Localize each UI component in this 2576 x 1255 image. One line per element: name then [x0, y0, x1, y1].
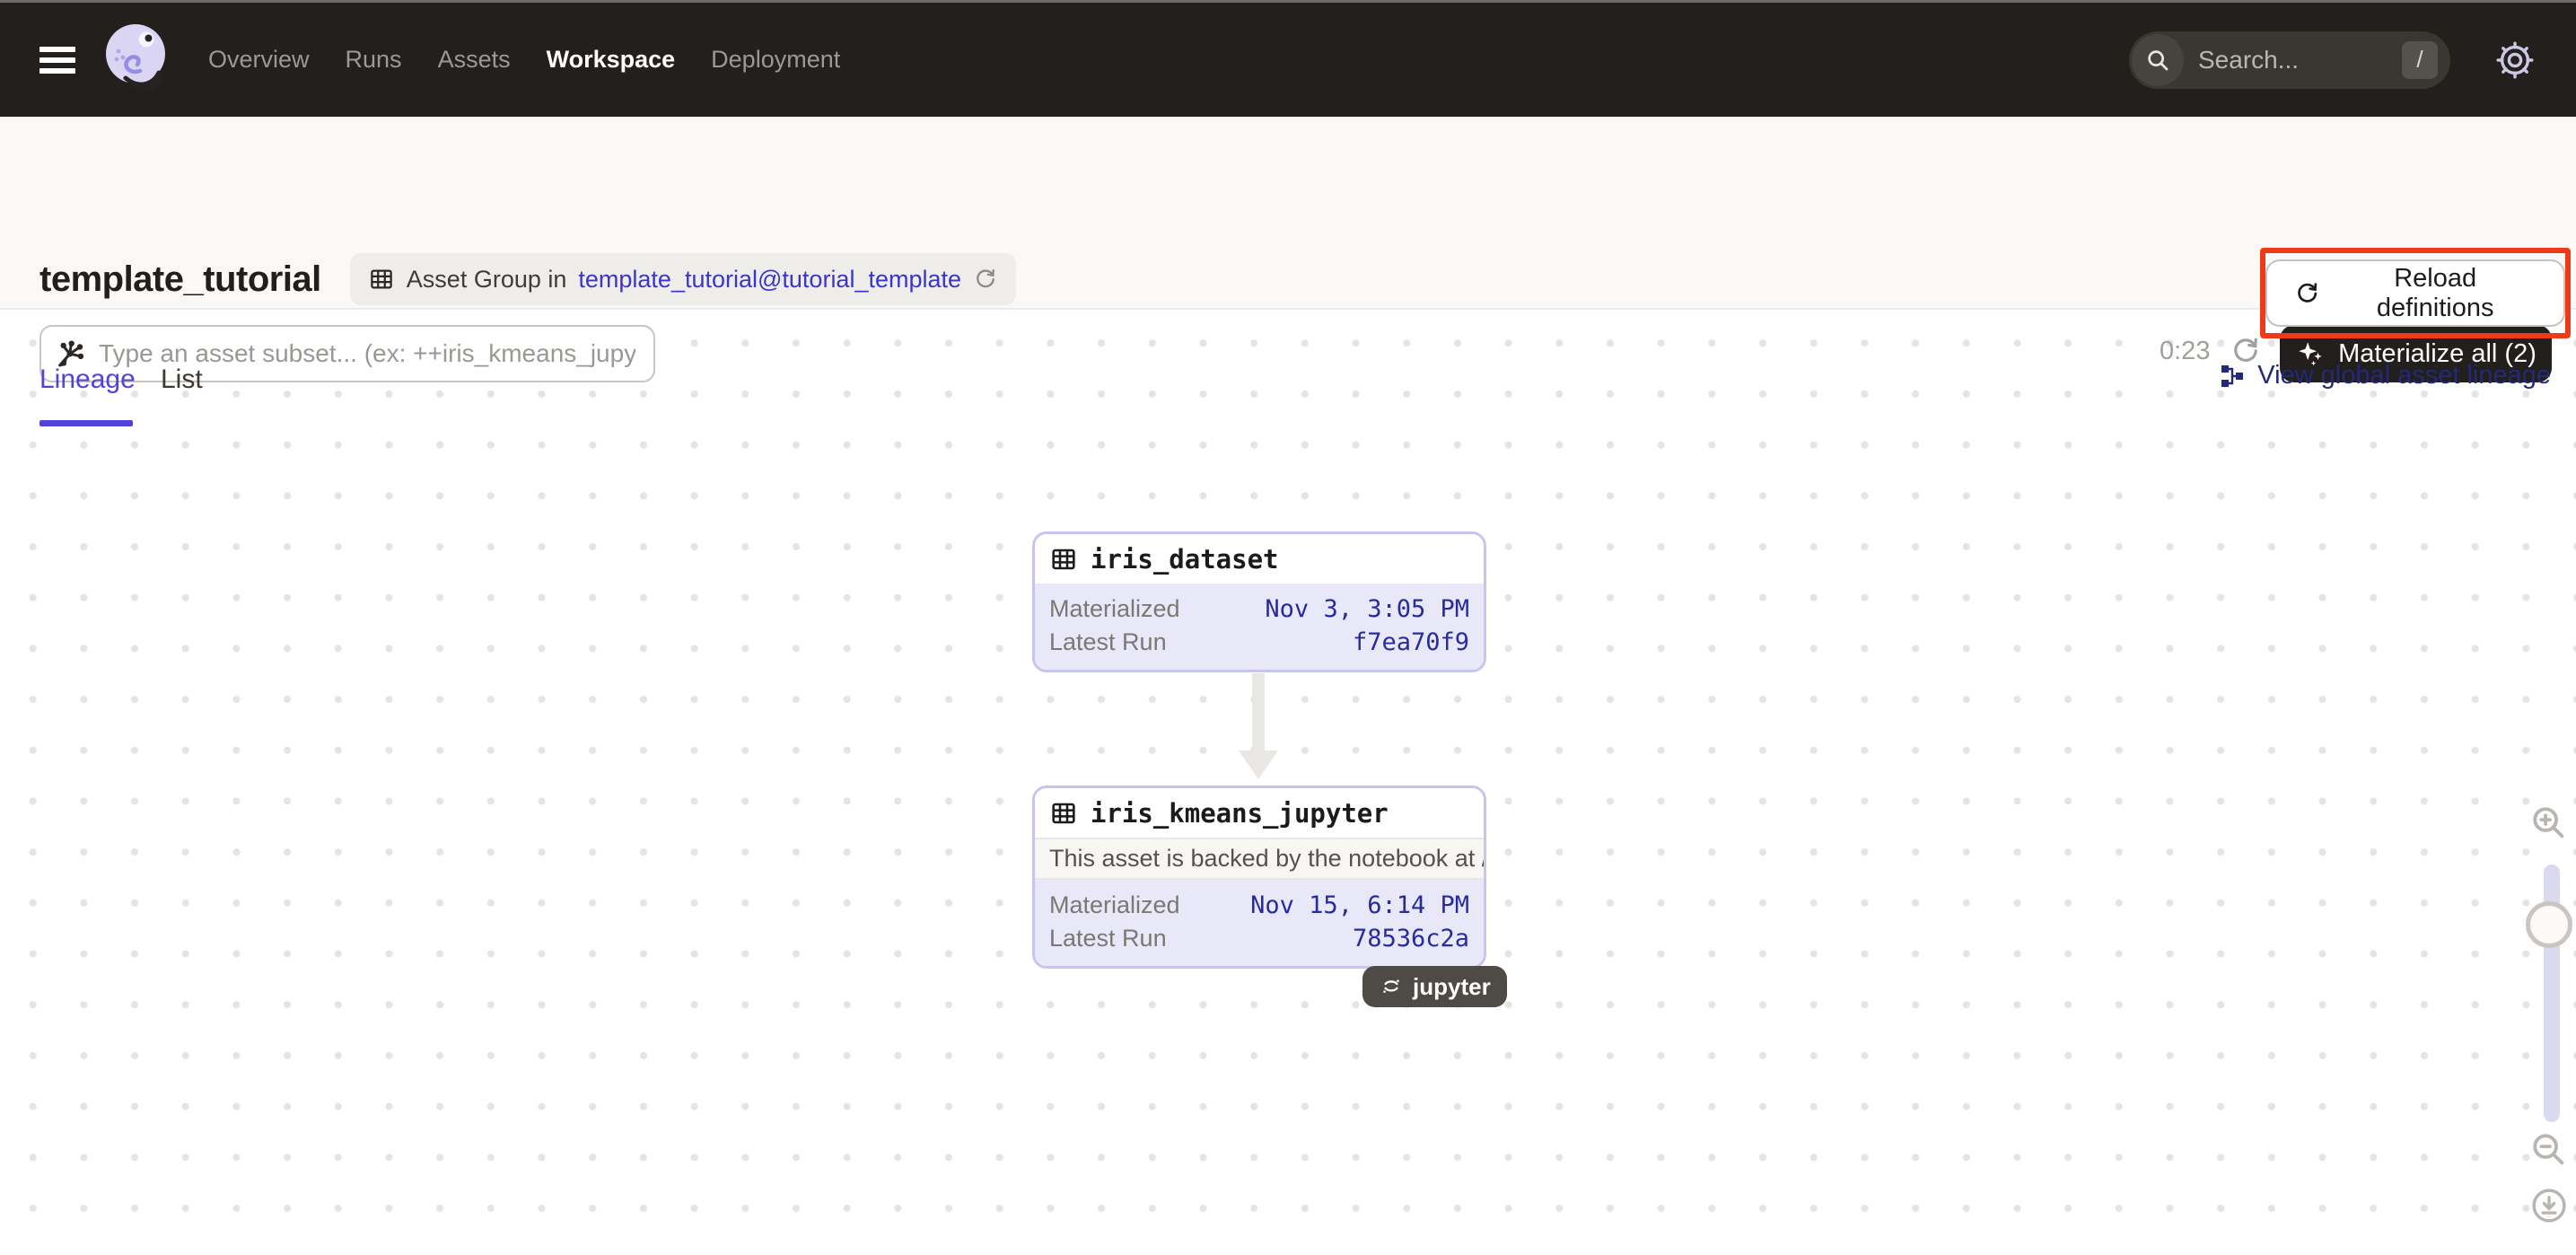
title-row: template_tutorial Asset Group in templat…: [39, 253, 1016, 305]
menu-hamburger-icon[interactable]: [39, 47, 75, 74]
zoom-in-icon[interactable]: [2528, 802, 2569, 843]
asset-name: iris_kmeans_jupyter: [1091, 798, 1389, 829]
asset-node-header: iris_kmeans_jupyter: [1035, 788, 1484, 838]
materialized-timestamp-link[interactable]: Nov 3, 3:05 PM: [1265, 595, 1469, 623]
stat-label: Latest Run: [1049, 628, 1167, 656]
nav-item-deployment[interactable]: Deployment: [711, 46, 840, 74]
asset-node-stats: Materialized Nov 3, 3:05 PM Latest Run f…: [1035, 584, 1484, 670]
red-highlight-annotation: Reload definitions: [2260, 248, 2571, 338]
nav-item-overview[interactable]: Overview: [208, 46, 310, 74]
asset-group-link[interactable]: template_tutorial@tutorial_template: [578, 266, 961, 294]
window-edge-strip: [0, 0, 2576, 3]
materialized-timestamp-link[interactable]: Nov 15, 6:14 PM: [1250, 891, 1469, 919]
asset-node-header: iris_dataset: [1035, 534, 1484, 584]
asset-description: This asset is backed by the notebook at …: [1035, 838, 1484, 880]
lineage-edge: [1252, 673, 1265, 752]
nav-right-group: Search... /: [2129, 31, 2537, 89]
table-grid-icon: [1049, 799, 1078, 828]
nav-item-runs[interactable]: Runs: [346, 46, 402, 74]
table-grid-icon: [368, 266, 395, 293]
nav-links: Overview Runs Assets Workspace Deploymen…: [208, 46, 840, 74]
asset-group-label: Asset Group in: [407, 266, 567, 294]
top-nav-bar: Overview Runs Assets Workspace Deploymen…: [0, 3, 2576, 117]
lineage-edge-arrowhead: [1239, 750, 1278, 779]
nav-item-workspace[interactable]: Workspace: [547, 46, 676, 74]
latest-run-link[interactable]: f7ea70f9: [1353, 628, 1469, 656]
search-icon: [2132, 34, 2184, 86]
page-header: template_tutorial Asset Group in templat…: [0, 117, 2576, 310]
zoom-slider-handle[interactable]: [2526, 901, 2572, 948]
asset-node-iris-dataset[interactable]: iris_dataset Materialized Nov 3, 3:05 PM…: [1032, 531, 1486, 672]
latest-run-link[interactable]: 78536c2a: [1353, 925, 1469, 952]
stat-row-latest-run: Latest Run 78536c2a: [1035, 922, 1484, 955]
download-image-icon[interactable]: [2529, 1186, 2569, 1225]
active-tab-underline: [39, 420, 133, 426]
settings-gear-icon[interactable]: [2493, 39, 2537, 82]
stat-label: Materialized: [1049, 891, 1180, 919]
asset-graph-canvas[interactable]: 0:23 Materialize all (2) iris_dataset: [0, 310, 2576, 1255]
refresh-icon[interactable]: [973, 267, 998, 292]
jupyter-icon: [1379, 974, 1404, 999]
stat-row-latest-run: Latest Run f7ea70f9: [1035, 626, 1484, 659]
zoom-out-icon[interactable]: [2528, 1128, 2569, 1170]
nav-item-assets[interactable]: Assets: [438, 46, 511, 74]
reload-definitions-button[interactable]: Reload definitions: [2265, 259, 2565, 327]
lineage-graph-icon: [2218, 362, 2247, 391]
table-grid-icon: [1049, 545, 1078, 574]
page-title: template_tutorial: [39, 259, 321, 300]
asset-group-badge: Asset Group in template_tutorial@tutoria…: [350, 253, 1016, 305]
asset-node-iris-kmeans-jupyter[interactable]: iris_kmeans_jupyter This asset is backed…: [1032, 785, 1486, 969]
dagster-logo-icon[interactable]: [101, 21, 171, 100]
tab-list[interactable]: List: [161, 364, 203, 395]
search-shortcut-badge: /: [2402, 41, 2438, 79]
search-input[interactable]: Search... /: [2129, 31, 2450, 89]
tab-lineage[interactable]: Lineage: [39, 364, 136, 395]
reload-definitions-label: Reload definitions: [2334, 264, 2537, 323]
asset-node-stats: Materialized Nov 15, 6:14 PM Latest Run …: [1035, 880, 1484, 966]
view-global-asset-lineage-link[interactable]: View global asset lineage: [2218, 361, 2551, 391]
reload-icon: [2294, 280, 2320, 307]
stat-row-materialized: Materialized Nov 3, 3:05 PM: [1035, 592, 1484, 626]
stat-row-materialized: Materialized Nov 15, 6:14 PM: [1035, 889, 1484, 922]
search-placeholder: Search...: [2198, 46, 2402, 75]
stat-label: Materialized: [1049, 595, 1180, 623]
compute-kind-tag-jupyter[interactable]: jupyter: [1362, 966, 1507, 1007]
dagster-workspace-page: Overview Runs Assets Workspace Deploymen…: [0, 0, 2576, 1255]
view-global-asset-lineage-label: View global asset lineage: [2257, 361, 2551, 391]
asset-name: iris_dataset: [1091, 544, 1279, 575]
compute-kind-tag-label: jupyter: [1413, 973, 1491, 1001]
refresh-countdown: 0:23: [2160, 337, 2210, 366]
stat-label: Latest Run: [1049, 925, 1167, 952]
